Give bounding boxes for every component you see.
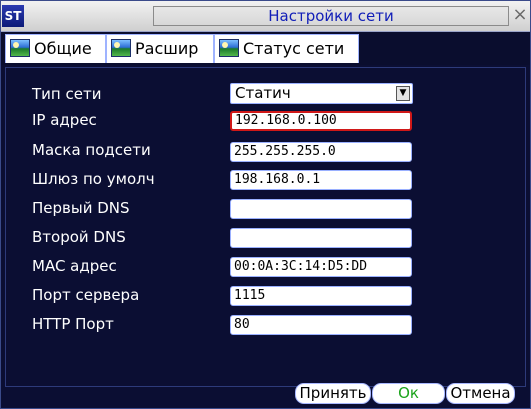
tab-advanced-label: Расшир — [135, 39, 199, 58]
ip-address-field[interactable]: 192.168.0.100 — [230, 111, 412, 131]
tab-general-label: Общие — [34, 39, 92, 58]
window-title: Настройки сети — [268, 7, 394, 25]
tab-network-status-label: Статус сети — [243, 39, 345, 58]
network-type-select[interactable]: Статич ▼ — [230, 83, 413, 104]
subnet-mask-field[interactable]: 255.255.255.0 — [230, 142, 412, 162]
http-port-field[interactable]: 80 — [230, 315, 412, 335]
server-port-label: Порт сервера — [32, 286, 140, 304]
network-type-value: Статич — [235, 84, 291, 102]
secondary-dns-label: Второй DNS — [32, 228, 126, 246]
cancel-button[interactable]: Отмена — [446, 383, 515, 404]
chevron-down-icon[interactable]: ▼ — [396, 86, 410, 101]
app-logo-icon: ST — [2, 5, 24, 27]
http-port-label: HTTP Порт — [32, 315, 114, 333]
network-picture-icon — [111, 39, 131, 57]
mac-address-field: 00:0A:3C:14:D5:DD — [230, 257, 412, 277]
network-picture-icon — [10, 39, 30, 57]
primary-dns-label: Первый DNS — [32, 199, 130, 217]
primary-dns-field[interactable] — [230, 199, 412, 219]
secondary-dns-field[interactable] — [230, 228, 412, 248]
tab-general[interactable]: Общие — [5, 34, 106, 63]
title-box: Настройки сети — [153, 6, 509, 26]
ok-button[interactable]: Ок — [372, 383, 445, 404]
gateway-field[interactable]: 198.168.0.1 — [230, 170, 412, 190]
subnet-mask-label: Маска подсети — [32, 141, 151, 159]
network-settings-window: ST Настройки сети × Общие Расшир Статус … — [0, 0, 531, 409]
network-picture-icon — [219, 39, 239, 57]
tab-bar: Общие Расшир Статус сети — [1, 32, 530, 65]
close-icon[interactable]: × — [510, 4, 530, 28]
network-type-label: Тип сети — [32, 85, 102, 103]
title-bar: ST Настройки сети × — [1, 1, 530, 32]
server-port-field[interactable]: 1115 — [230, 286, 412, 306]
ip-address-label: IP адрес — [32, 111, 97, 129]
mac-address-label: MAC адрес — [32, 257, 117, 275]
tab-advanced[interactable]: Расшир — [106, 34, 214, 63]
apply-button[interactable]: Принять — [295, 383, 371, 404]
gateway-label: Шлюз по умолч — [32, 170, 155, 188]
tab-network-status[interactable]: Статус сети — [214, 34, 359, 63]
